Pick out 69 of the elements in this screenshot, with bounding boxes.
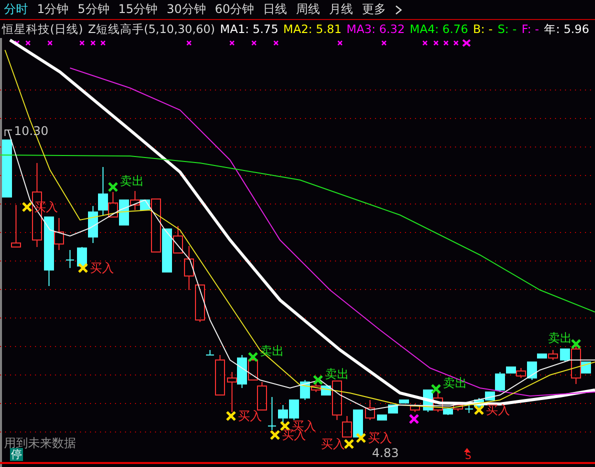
period-tab[interactable]: 日线	[263, 1, 288, 18]
cross-icon	[356, 432, 366, 444]
candlestick	[11, 204, 21, 248]
indicator-value: F: -	[522, 22, 540, 36]
cross-icon	[248, 352, 258, 362]
indicator-name: Z短线高手(5,10,30,60)	[88, 22, 216, 36]
signal-label: 卖出	[443, 377, 467, 389]
period-tab[interactable]: 30分钟	[166, 1, 206, 18]
cross-icon	[312, 374, 324, 386]
period-tab[interactable]: 分时	[4, 1, 28, 18]
candlestick	[289, 400, 299, 420]
period-tab[interactable]: 5分钟	[78, 1, 110, 18]
candlestick	[119, 200, 129, 226]
triangle-icon	[464, 448, 470, 452]
cross-icon	[570, 338, 582, 350]
period-tab[interactable]: 更多	[362, 1, 386, 18]
cross-icon	[474, 404, 484, 416]
period-tab[interactable]: 周线	[296, 1, 320, 18]
price-label: 4.83	[372, 447, 399, 459]
indicator-value: B: -	[473, 22, 493, 36]
cross-icon	[270, 430, 280, 440]
candlestick	[365, 400, 375, 420]
cross-icon	[430, 384, 442, 394]
period-tab[interactable]: 月线	[329, 1, 354, 18]
status-badge: 停	[10, 448, 23, 461]
candlestick	[77, 246, 87, 268]
indicator-value: 年: 5.96	[544, 22, 590, 36]
candlestick	[453, 402, 463, 412]
signal-label: 卖出	[325, 368, 349, 380]
signal-label: 买入	[292, 420, 316, 432]
indicator-value: S: -	[498, 22, 517, 36]
candlestick	[195, 284, 205, 322]
candlestick	[278, 404, 288, 426]
signal-label: 买入	[282, 429, 306, 441]
candlestick	[88, 206, 98, 244]
signal-label: 卖出	[120, 175, 144, 187]
cross-icon	[226, 410, 236, 422]
signal-label: 卖出	[260, 345, 284, 357]
candlestick	[66, 250, 74, 268]
cross-icon	[280, 420, 290, 432]
cross-icon	[108, 182, 118, 192]
indicator-value: MA3: 6.32	[346, 22, 405, 36]
cross-icon	[408, 414, 420, 424]
period-tab[interactable]: 1分钟	[37, 1, 69, 18]
stock-title: 恒星科技(日线)	[2, 22, 83, 36]
footnote-text: 用到未来数据	[4, 437, 76, 449]
cross-icon	[344, 438, 354, 450]
period-tab[interactable]: 60分钟	[214, 1, 254, 18]
indicator-value: MA1: 5.75	[220, 22, 278, 36]
period-tab[interactable]: 15分钟	[118, 1, 158, 18]
signal-label: 卖出	[548, 332, 572, 344]
signal-label: 买入	[238, 410, 262, 422]
candlestick	[474, 398, 484, 408]
cross-icon	[78, 262, 88, 274]
candlestick	[464, 404, 474, 414]
candlestick	[353, 410, 363, 438]
indicator-value: MA2: 5.81	[283, 22, 342, 36]
signal-label: 买入	[368, 432, 392, 444]
candlestick	[268, 396, 276, 430]
signal-label: 买入	[486, 404, 510, 416]
cross-icon	[22, 202, 32, 212]
high-marker-icon	[4, 130, 12, 136]
indicator-value: MA4: 6.76	[410, 22, 468, 36]
signal-label: 买入	[90, 262, 114, 274]
chevron-right-icon[interactable]	[395, 4, 402, 14]
candlestick	[257, 382, 267, 410]
candlestick	[227, 372, 237, 412]
signal-label: 买入	[321, 438, 345, 450]
candlestick	[2, 140, 12, 198]
